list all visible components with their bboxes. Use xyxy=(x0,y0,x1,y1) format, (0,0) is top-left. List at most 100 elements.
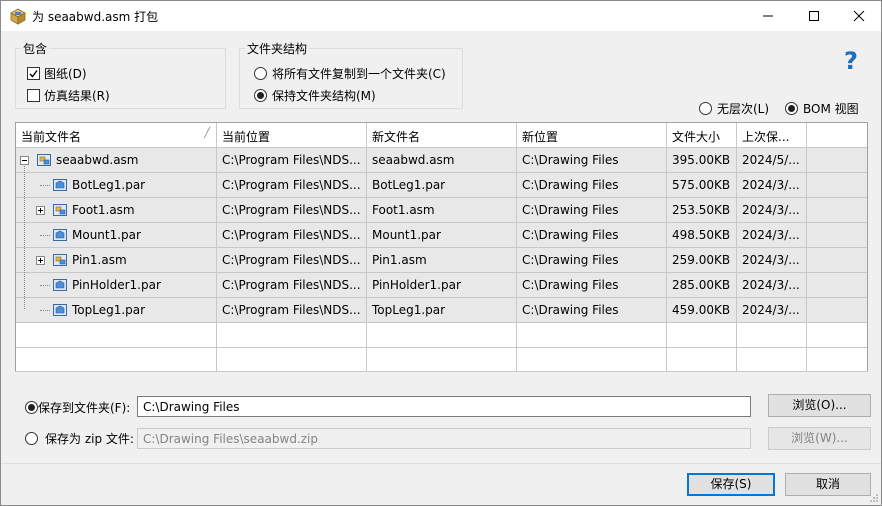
cell-new-name[interactable]: BotLeg1.par xyxy=(367,173,517,198)
cell-new-location xyxy=(517,348,667,373)
tree-line xyxy=(24,164,25,309)
column-header-new-location[interactable]: 新位置 xyxy=(517,123,667,148)
part-icon xyxy=(53,179,67,191)
flat-view-radio[interactable]: 无层次(L) xyxy=(699,100,769,117)
radio-circle xyxy=(25,432,38,445)
keep-structure-radio[interactable]: 保持文件夹结构(M) xyxy=(254,87,376,104)
file-name-text: BotLeg1.par xyxy=(72,178,146,192)
radio-circle xyxy=(785,102,798,115)
table-row xyxy=(16,323,867,348)
cell-size: 498.50KB xyxy=(667,223,737,248)
table-row[interactable]: Mount1.par C:\Program Files\NDS... Mount1.… xyxy=(16,223,867,248)
tree-line xyxy=(40,285,50,286)
simulation-label: 仿真结果(R) xyxy=(44,89,110,103)
save-button[interactable]: 保存(S) xyxy=(687,473,775,496)
close-icon xyxy=(853,10,865,22)
cancel-button[interactable]: 取消 xyxy=(785,473,871,496)
column-header-size[interactable]: 文件大小 xyxy=(667,123,737,148)
cell-current-location: C:\Program Files\NDS... xyxy=(217,148,367,173)
cell-current-location xyxy=(217,348,367,373)
expand-icon[interactable] xyxy=(36,206,45,215)
checkbox-box xyxy=(27,67,40,80)
drawings-label: 图纸(D) xyxy=(44,67,87,81)
resize-grip-icon[interactable] xyxy=(869,493,879,503)
table-row[interactable]: BotLeg1.par C:\Program Files\NDS... BotLeg… xyxy=(16,173,867,198)
expand-icon[interactable] xyxy=(36,256,45,265)
cell-new-name xyxy=(367,323,517,348)
package-icon xyxy=(10,8,26,25)
cell-current-name: PinHolder1.par xyxy=(16,273,217,298)
cell-last-saved xyxy=(737,348,807,373)
cell-current-location: C:\Program Files\NDS... xyxy=(217,248,367,273)
save-folder-input[interactable]: C:\Drawing Files xyxy=(137,396,751,417)
save-folder-label: 保存到文件夹(F): xyxy=(38,401,131,415)
cell-filler xyxy=(807,248,867,273)
cell-filler xyxy=(807,298,867,323)
cell-new-location: C:\Drawing Files xyxy=(517,148,667,173)
close-button[interactable] xyxy=(836,1,882,31)
pack-dialog: 为 seaabwd.asm 打包 包含 图纸(D) 仿真结果(R) 文件夹结构 … xyxy=(0,0,882,506)
table-row[interactable]: TopLeg1.par C:\Program Files\NDS... TopLeg… xyxy=(16,298,867,323)
browse-folder-button[interactable]: 浏览(O)... xyxy=(768,394,871,417)
keep-structure-label: 保持文件夹结构(M) xyxy=(272,89,376,103)
maximize-button[interactable] xyxy=(791,1,837,31)
drawings-checkbox[interactable]: 图纸(D) xyxy=(27,65,87,82)
bom-view-label: BOM 视图 xyxy=(803,102,859,116)
cell-current-name: seaabwd.asm xyxy=(16,148,217,173)
save-folder-radio[interactable]: 保存到文件夹(F): xyxy=(25,399,130,416)
cell-current-name xyxy=(16,348,217,373)
copy-all-radio[interactable]: 将所有文件复制到一个文件夹(C) xyxy=(254,65,446,82)
table-row[interactable]: Foot1.asm C:\Program Files\NDS... Foot1.as… xyxy=(16,198,867,223)
column-header-new-name[interactable]: 新文件名 xyxy=(367,123,517,148)
sort-ascending-icon: ╱ xyxy=(203,128,210,139)
cell-new-name[interactable]: TopLeg1.par xyxy=(367,298,517,323)
cell-current-name: Foot1.asm xyxy=(16,198,217,223)
cell-last-saved: 2024/5/... xyxy=(737,148,807,173)
bom-view-radio[interactable]: BOM 视图 xyxy=(785,100,859,117)
checkmark-icon xyxy=(29,70,38,78)
part-icon xyxy=(53,279,67,291)
assembly-icon xyxy=(37,154,51,166)
cell-current-name: Mount1.par xyxy=(16,223,217,248)
column-header-current-name[interactable]: 当前文件名 ╱ xyxy=(16,123,217,148)
minimize-button[interactable] xyxy=(745,1,791,31)
horizontal-scrollbar[interactable] xyxy=(15,371,868,381)
cell-new-name[interactable]: Mount1.par xyxy=(367,223,517,248)
flat-view-label: 无层次(L) xyxy=(717,102,770,116)
table-header: 当前文件名 ╱ 当前位置 新文件名 新位置 文件大小 上次保... xyxy=(16,123,867,148)
cell-new-name[interactable]: seaabwd.asm xyxy=(367,148,517,173)
column-header-current-location[interactable]: 当前位置 xyxy=(217,123,367,148)
include-group-label: 包含 xyxy=(21,40,50,57)
window-title: 为 seaabwd.asm 打包 xyxy=(32,10,159,24)
table-row[interactable]: seaabwd.asm C:\Program Files\NDS... seaabw… xyxy=(16,148,867,173)
file-name-text: Mount1.par xyxy=(72,228,141,242)
table-row[interactable]: PinHolder1.par C:\Program Files\NDS... Pin… xyxy=(16,273,867,298)
column-header-last-saved[interactable]: 上次保... xyxy=(737,123,807,148)
file-table: 当前文件名 ╱ 当前位置 新文件名 新位置 文件大小 上次保... seaabw… xyxy=(15,122,868,381)
simulation-checkbox[interactable]: 仿真结果(R) xyxy=(27,87,110,104)
tree-line xyxy=(40,185,50,186)
cell-current-name: Pin1.asm xyxy=(16,248,217,273)
table-row[interactable]: Pin1.asm C:\Program Files\NDS... Pin1.asm C… xyxy=(16,248,867,273)
radio-circle xyxy=(254,67,267,80)
file-name-text: seaabwd.asm xyxy=(56,153,139,167)
cell-last-saved: 2024/3/... xyxy=(737,223,807,248)
tree-line xyxy=(40,310,50,311)
cell-size: 285.00KB xyxy=(667,273,737,298)
help-icon[interactable]: ? xyxy=(844,48,864,74)
cell-new-name[interactable]: PinHolder1.par xyxy=(367,273,517,298)
cell-new-location: C:\Drawing Files xyxy=(517,273,667,298)
part-icon xyxy=(53,229,67,241)
cell-new-name[interactable]: Pin1.asm xyxy=(367,248,517,273)
cell-filler xyxy=(807,323,867,348)
browse-zip-button[interactable]: 浏览(W)... xyxy=(768,427,871,450)
save-zip-input[interactable]: C:\Drawing Files\seaabwd.zip xyxy=(137,428,751,449)
file-name-text: Pin1.asm xyxy=(72,253,127,267)
cell-new-name xyxy=(367,348,517,373)
save-zip-radio[interactable]: 保存为 zip 文件: xyxy=(25,430,134,447)
cell-new-name[interactable]: Foot1.asm xyxy=(367,198,517,223)
file-name-text: PinHolder1.par xyxy=(72,278,161,292)
cell-filler xyxy=(807,173,867,198)
cell-filler xyxy=(807,348,867,373)
radio-circle xyxy=(25,401,38,414)
